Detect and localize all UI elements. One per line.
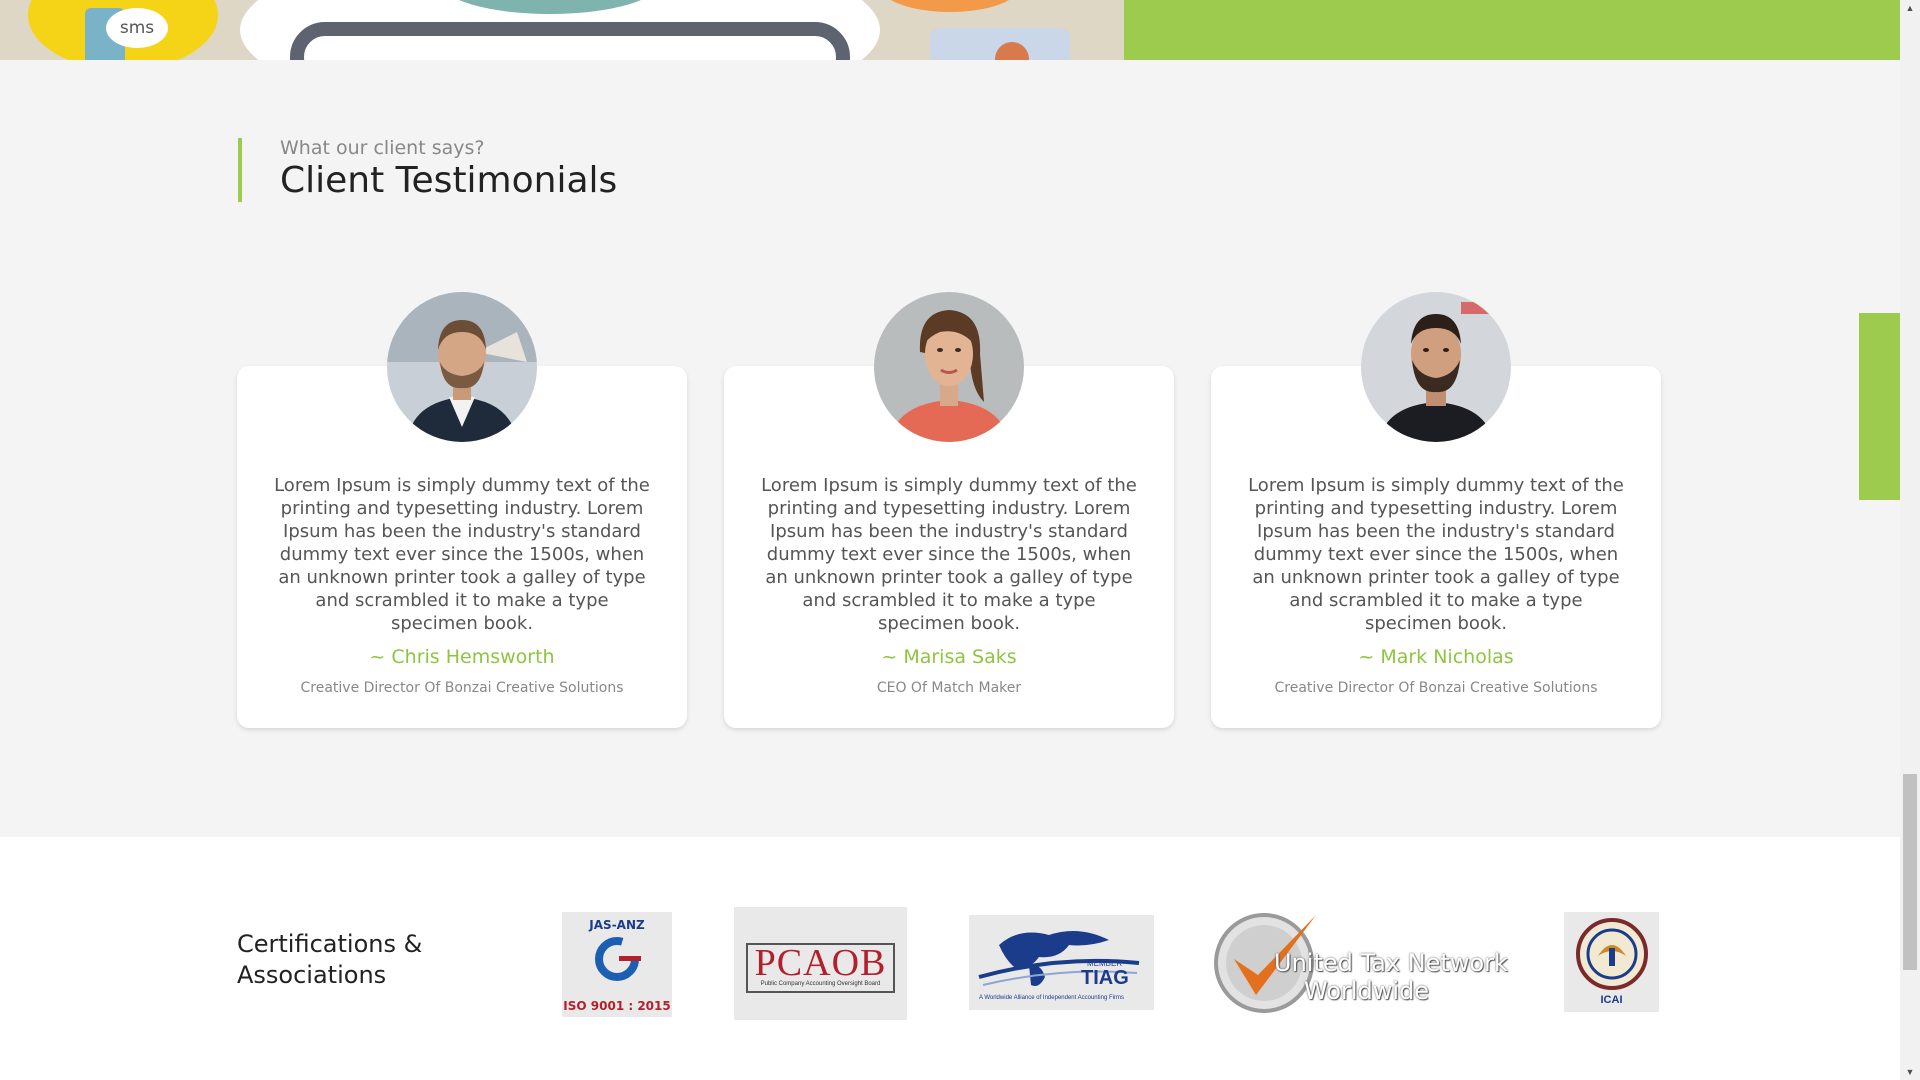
tiag-logo: MEMBER TIAG A Worldwide Alliance of Inde… xyxy=(969,915,1154,1010)
banner-illustration: sms xyxy=(0,0,1124,60)
testimonial-text: Lorem Ipsum is simply dummy text of the … xyxy=(1248,475,1624,634)
testimonial-text: Lorem Ipsum is simply dummy text of the … xyxy=(761,475,1137,634)
section-heading: What our client says? Client Testimonial… xyxy=(238,138,617,202)
testimonial-role: Creative Director Of Bonzai Creative Sol… xyxy=(300,680,624,696)
jas-anz-logo: JAS-ANZ ISO 9001 : 2015 xyxy=(562,912,672,1017)
pcaob-logo-box: PCAOB Public Company Accounting Oversigh… xyxy=(746,943,895,993)
testimonial-author: ~ Marisa Saks xyxy=(881,646,1017,668)
certifications-section: Certifications & Associations JAS-ANZ IS… xyxy=(0,837,1900,1080)
certifications-title: Certifications & Associations xyxy=(237,930,423,989)
pcaob-logo-subtext: Public Company Accounting Oversight Boar… xyxy=(760,981,881,987)
icai-emblem-icon xyxy=(1575,918,1648,990)
avatar xyxy=(1361,292,1511,442)
testimonial-author: ~ Mark Nicholas xyxy=(1358,646,1514,668)
floating-side-tab[interactable] xyxy=(1859,313,1900,500)
testimonial-cards: Lorem Ipsum is simply dummy text of the … xyxy=(237,292,1661,732)
testimonial-author: ~ Chris Hemsworth xyxy=(369,646,555,668)
banner-green-panel xyxy=(1124,0,1900,60)
pcaob-logo: PCAOB Public Company Accounting Oversigh… xyxy=(734,907,907,1020)
section-subtitle: What our client says? xyxy=(280,137,485,159)
jas-anz-logo-iso-text: ISO 9001 : 2015 xyxy=(563,999,671,1013)
united-tax-network-logo: United Tax Network Worldwide xyxy=(1212,907,1508,1019)
testimonial-role: CEO Of Match Maker xyxy=(876,680,1022,696)
pcaob-logo-text: PCAOB xyxy=(754,942,887,984)
top-banner-strip: sms xyxy=(0,0,1900,60)
tiag-logo-subtext: A Worldwide Alliance of Independent Acco… xyxy=(979,995,1124,1001)
utn-logo-line1: United Tax Network xyxy=(1274,949,1508,977)
scroll-up-arrow-icon[interactable]: ▲ xyxy=(1900,0,1920,16)
testimonial-text: Lorem Ipsum is simply dummy text of the … xyxy=(274,475,650,634)
scroll-down-arrow-icon[interactable]: ▼ xyxy=(1900,1064,1920,1080)
tiag-logo-text: TIAG xyxy=(1081,967,1129,989)
jas-anz-logo-top-text: JAS-ANZ xyxy=(589,918,645,932)
icai-logo: ICAI xyxy=(1564,912,1659,1012)
sms-bubble: sms xyxy=(106,8,168,48)
scrollbar-thumb[interactable] xyxy=(1903,774,1917,970)
icai-logo-text: ICAI xyxy=(1600,994,1623,1006)
jas-anz-mark-icon xyxy=(595,937,641,981)
avatar xyxy=(387,292,537,442)
orange-shape xyxy=(880,0,1020,12)
utn-logo-line2: Worldwide xyxy=(1304,977,1430,1005)
avatar xyxy=(874,292,1024,442)
testimonials-section: What our client says? Client Testimonial… xyxy=(0,60,1900,837)
headset-ring-shape xyxy=(290,22,850,60)
section-title: Client Testimonials xyxy=(280,160,618,201)
page-scrollbar[interactable]: ▲ ▼ xyxy=(1900,0,1920,1080)
testimonial-role: Creative Director Of Bonzai Creative Sol… xyxy=(1274,680,1598,696)
